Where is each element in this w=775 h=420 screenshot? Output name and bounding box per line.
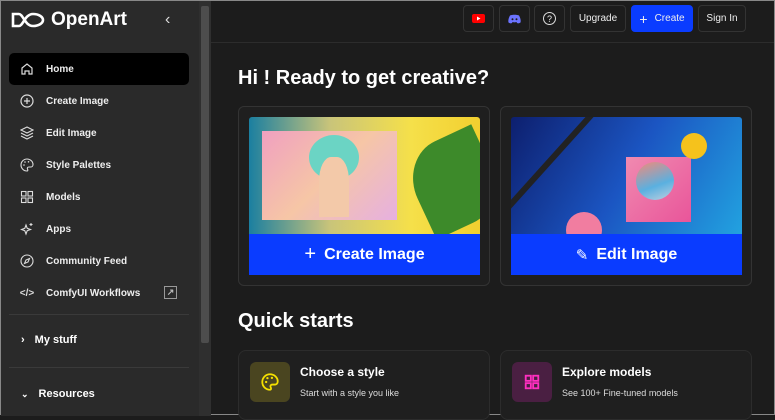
youtube-button[interactable]	[463, 5, 494, 32]
resources-toggle[interactable]: ⌄ Resources	[21, 388, 95, 400]
sidebar-item-community-feed[interactable]: Community Feed	[9, 245, 189, 277]
edit-image-button[interactable]: ✎ Edit Image	[511, 234, 742, 275]
sidebar-item-apps[interactable]: Apps	[9, 213, 189, 245]
palette-icon	[19, 157, 35, 173]
home-icon	[19, 61, 35, 77]
edit-image-label: Edit Image	[596, 245, 678, 263]
sign-in-button[interactable]: Sign In	[698, 5, 746, 32]
chevron-down-icon: ⌄	[21, 388, 29, 399]
pencil-icon: ✎	[575, 246, 589, 264]
discord-icon	[508, 14, 521, 23]
sidebar-item-home[interactable]: Home	[9, 53, 189, 85]
resources-label: Resources	[38, 388, 95, 400]
sidebar-item-models[interactable]: Models	[9, 181, 189, 213]
code-icon: </>	[19, 287, 35, 299]
sparkles-icon	[19, 221, 35, 237]
palette-icon	[250, 362, 290, 402]
grid-icon	[512, 362, 552, 402]
upgrade-button[interactable]: Upgrade	[570, 5, 626, 32]
sidebar-scrollbar[interactable]	[199, 1, 211, 416]
create-image-thumbnail	[249, 117, 480, 234]
create-image-card[interactable]: + Create Image	[238, 106, 490, 286]
quick-starts-heading: Quick starts	[238, 310, 354, 332]
greeting-heading: Hi ! Ready to get creative?	[238, 67, 490, 89]
divider	[9, 367, 189, 368]
sidebar-item-label: ComfyUI Workflows	[46, 287, 141, 299]
collapse-sidebar-button[interactable]: ‹	[165, 11, 170, 29]
youtube-icon	[472, 14, 485, 23]
sidebar-item-create-image[interactable]: Create Image	[9, 85, 189, 117]
create-label: Create	[654, 13, 685, 24]
logo[interactable]: OpenArt	[11, 9, 127, 31]
sidebar-item-comfyui-workflows[interactable]: </> ComfyUI Workflows ↗	[9, 277, 189, 309]
create-image-label: Create Image	[324, 245, 425, 263]
edit-image-card[interactable]: ✎ Edit Image	[500, 106, 752, 286]
grid-icon	[19, 189, 35, 205]
openart-logo-icon	[11, 12, 45, 28]
sidebar-item-label: Create Image	[46, 95, 109, 107]
sidebar-item-label: Models	[46, 191, 81, 203]
compass-icon	[19, 253, 35, 269]
quick-start-explore-models[interactable]: Explore models See 100+ Fine-tuned model…	[500, 350, 752, 420]
my-stuff-toggle[interactable]: › My stuff	[21, 334, 77, 346]
sidebar-item-label: Edit Image	[46, 127, 97, 139]
my-stuff-label: My stuff	[34, 334, 77, 346]
help-icon: ?	[543, 12, 556, 25]
sidebar-item-label: Community Feed	[46, 255, 128, 267]
topbar: ? Upgrade + Create Sign In	[211, 1, 774, 43]
create-button[interactable]: + Create	[631, 5, 693, 32]
sidebar-item-label: Style Palettes	[46, 159, 112, 171]
quick-start-subtitle: See 100+ Fine-tuned models	[562, 388, 678, 398]
edit-image-thumbnail	[511, 117, 742, 234]
plus-circle-icon	[19, 93, 35, 109]
scrollbar-thumb[interactable]	[201, 6, 209, 343]
sidebar: OpenArt ‹ Home Create Image Edit Image S…	[1, 1, 199, 416]
plus-icon: +	[639, 10, 648, 27]
help-button[interactable]: ?	[534, 5, 565, 32]
sidebar-item-edit-image[interactable]: Edit Image	[9, 117, 189, 149]
chevron-right-icon: ›	[21, 334, 25, 346]
brand-name: OpenArt	[51, 9, 127, 30]
create-image-button[interactable]: + Create Image	[249, 234, 480, 275]
divider	[9, 314, 189, 315]
sidebar-item-style-palettes[interactable]: Style Palettes	[9, 149, 189, 181]
quick-start-title: Choose a style	[300, 365, 385, 379]
plus-icon: +	[304, 243, 317, 265]
quick-start-choose-style[interactable]: Choose a style Start with a style you li…	[238, 350, 490, 420]
layers-icon	[19, 125, 35, 141]
discord-button[interactable]	[499, 5, 530, 32]
quick-start-title: Explore models	[562, 365, 652, 379]
sidebar-item-label: Home	[46, 63, 74, 75]
quick-start-subtitle: Start with a style you like	[300, 388, 400, 398]
external-link-icon: ↗	[164, 286, 177, 299]
sidebar-item-label: Apps	[46, 223, 71, 235]
